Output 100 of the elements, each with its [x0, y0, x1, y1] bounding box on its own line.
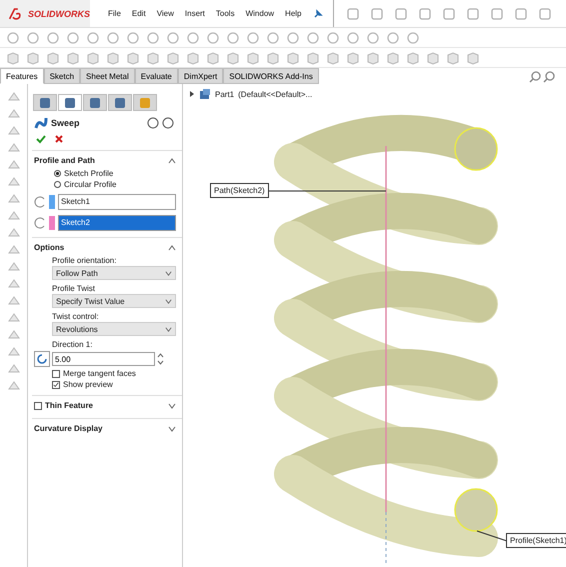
dropdown[interactable]: Follow Path	[52, 266, 176, 280]
ribbon-tab[interactable]: Evaluate	[134, 68, 178, 84]
menu-item[interactable]: View	[156, 9, 174, 18]
tool-icon[interactable]	[394, 6, 408, 20]
tool-icon[interactable]	[226, 50, 240, 64]
tool-icon[interactable]	[370, 6, 384, 20]
menu-item[interactable]: Insert	[184, 9, 205, 18]
dropdown[interactable]: Revolutions	[52, 322, 176, 336]
part-name[interactable]: Part1	[215, 90, 234, 98]
menu-item[interactable]: Help	[285, 9, 302, 18]
pin-icon[interactable]	[312, 8, 322, 18]
tool-icon[interactable]	[46, 30, 60, 44]
ok-icon[interactable]	[36, 134, 46, 144]
tool-icon[interactable]	[346, 6, 360, 20]
collapse-icon[interactable]	[168, 244, 176, 252]
tool-icon[interactable]	[66, 50, 80, 64]
field-label: Direction 1:	[52, 340, 94, 349]
expand-arrow-icon[interactable]	[189, 91, 195, 97]
direction-input[interactable]: 5.00	[52, 352, 155, 366]
tool-icon[interactable]	[406, 30, 420, 44]
tool-icon[interactable]	[538, 6, 552, 20]
tool-icon[interactable]	[326, 30, 340, 44]
expand-icon[interactable]	[168, 402, 176, 410]
tool-icon[interactable]	[306, 30, 320, 44]
tool-icon[interactable]	[66, 30, 80, 44]
checkbox-option[interactable]: Show preview	[34, 380, 176, 389]
tool-icon[interactable]	[126, 50, 140, 64]
tool-icon[interactable]	[306, 50, 320, 64]
tool-icon[interactable]	[126, 30, 140, 44]
tool-icon[interactable]	[326, 50, 340, 64]
callout-label[interactable]: Path(Sketch2)	[210, 183, 269, 198]
expand-icon[interactable]	[168, 424, 176, 432]
tool-icon[interactable]	[386, 30, 400, 44]
radio-option[interactable]: Circular Profile	[34, 180, 176, 189]
help-icon[interactable]	[162, 117, 174, 129]
panel-tab[interactable]	[58, 94, 82, 111]
tool-icon[interactable]	[106, 50, 120, 64]
menu-item[interactable]: Window	[246, 9, 274, 18]
zoom-icon[interactable]	[542, 70, 556, 84]
radio-option[interactable]: Sketch Profile	[34, 169, 176, 178]
tool-icon[interactable]	[366, 50, 380, 64]
panel-tab[interactable]	[83, 94, 107, 111]
menu-item[interactable]: Edit	[132, 9, 146, 18]
thin-feature-checkbox[interactable]: Thin Feature	[34, 401, 94, 410]
tool-icon[interactable]	[286, 30, 300, 44]
ribbon-tab[interactable]: SOLIDWORKS Add-Ins	[223, 68, 319, 84]
tool-icon[interactable]	[206, 30, 220, 44]
selection-field[interactable]: Sketch2	[58, 215, 176, 231]
tool-icon[interactable]	[346, 50, 360, 64]
tool-icon[interactable]	[426, 50, 440, 64]
close-icon[interactable]	[54, 134, 64, 144]
tool-icon[interactable]	[246, 30, 260, 44]
tool-icon[interactable]	[466, 50, 480, 64]
tool-icon[interactable]	[446, 50, 460, 64]
tool-icon[interactable]	[490, 6, 504, 20]
tool-icon[interactable]	[206, 50, 220, 64]
tool-icon[interactable]	[186, 30, 200, 44]
tool-icon[interactable]	[166, 50, 180, 64]
tool-icon[interactable]	[406, 50, 420, 64]
tool-icon[interactable]	[266, 50, 280, 64]
tool-icon[interactable]	[442, 6, 456, 20]
collapse-icon[interactable]	[168, 156, 176, 164]
tool-icon[interactable]	[466, 6, 480, 20]
selection-field[interactable]: Sketch1	[58, 194, 176, 210]
tool-icon[interactable]	[266, 30, 280, 44]
tool-icon[interactable]	[386, 50, 400, 64]
ribbon-tab[interactable]: Sketch	[44, 68, 80, 84]
tab-icon	[63, 96, 77, 110]
tool-icon[interactable]	[166, 30, 180, 44]
tool-icon[interactable]	[26, 50, 40, 64]
tool-icon[interactable]	[46, 50, 60, 64]
help-icon[interactable]	[147, 117, 159, 129]
tool-icon[interactable]	[186, 50, 200, 64]
ribbon-tab[interactable]: Features	[0, 68, 44, 84]
tool-icon[interactable]	[346, 30, 360, 44]
ribbon-tab[interactable]: DimXpert	[178, 68, 224, 84]
tool-icon[interactable]	[418, 6, 432, 20]
checkbox-option[interactable]: Merge tangent faces	[34, 369, 176, 378]
dropdown[interactable]: Specify Twist Value	[52, 294, 176, 308]
tool-icon[interactable]	[146, 30, 160, 44]
tool-icon[interactable]	[246, 50, 260, 64]
tool-icon[interactable]	[26, 30, 40, 44]
rotate-icon[interactable]	[34, 351, 50, 367]
tool-icon[interactable]	[6, 30, 20, 44]
panel-tab[interactable]	[108, 94, 132, 111]
tool-icon[interactable]	[86, 30, 100, 44]
ribbon-tab[interactable]: Sheet Metal	[80, 68, 135, 84]
panel-tab[interactable]	[33, 94, 57, 111]
tool-icon[interactable]	[514, 6, 528, 20]
zoom-icon[interactable]	[528, 70, 542, 84]
spin-icon[interactable]	[157, 353, 164, 365]
tool-icon[interactable]	[366, 30, 380, 44]
menu-item[interactable]: File	[108, 9, 121, 18]
tool-icon[interactable]	[286, 50, 300, 64]
tool-icon[interactable]	[106, 30, 120, 44]
tool-icon[interactable]	[6, 50, 20, 64]
menu-item[interactable]: Tools	[216, 9, 235, 18]
tool-icon[interactable]	[86, 50, 100, 64]
tool-icon[interactable]	[226, 30, 240, 44]
tool-icon[interactable]	[146, 50, 160, 64]
